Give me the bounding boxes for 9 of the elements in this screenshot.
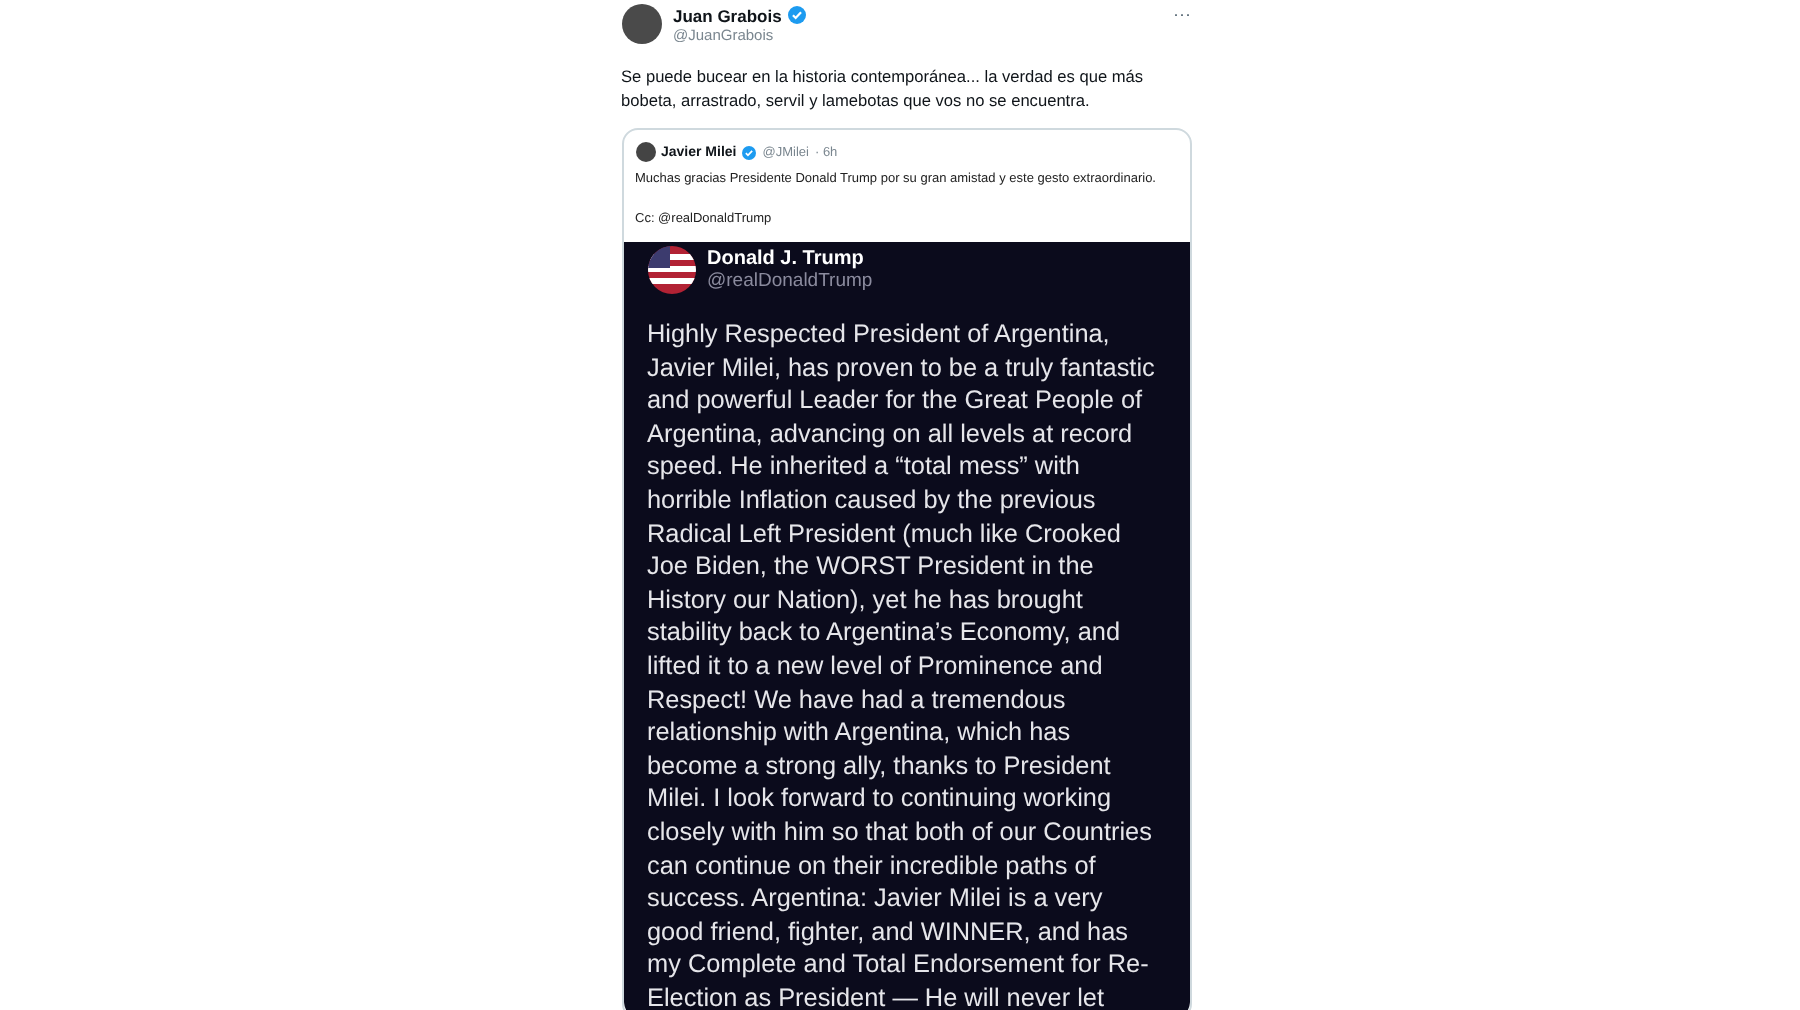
author-name: Donald J. Trump: [707, 248, 866, 270]
avatar[interactable]: [621, 4, 661, 44]
tweet-text: Se puede bucear en la historia contemporánea... la verdad es que más bobeta, arrastrado, servil y lamebotas que vos no se encuentra.: [621, 64, 1146, 112]
more-button[interactable]: ···: [1173, 4, 1191, 24]
post-text: Highly Respected President of Argentina, Javier Milei, has proven to be a truly fantastic and powerful Leader for the Great People of Argentina, advancing on all levels at record speed. He inherited a “total mess” with horrible Inflation caused by the previous Radical Left President (much like Crooked Joe Biden, the WORST President in the History our Nation), yet he has brought stability back to Argentina’s Economy, and lifted it to a new level of Prominence and Respect! We have had a tremendous relationship with Argentina, which has become a strong ally, thanks to President Milei. I look forward to continuing working closely with him so that both of our Countries can continue on their incredible paths of success. Argentina: Javier Milei is a very good friend, fighter, and WINNER, and has my Complete and Total Endorsement for Re-Election as President — He will never let: [647, 318, 1157, 1010]
avatar[interactable]: [635, 142, 655, 162]
flag-avatar-icon: [647, 246, 695, 294]
author-handle: @realDonaldTrump: [707, 270, 873, 292]
author-name[interactable]: Juan Grabois: [673, 5, 782, 25]
